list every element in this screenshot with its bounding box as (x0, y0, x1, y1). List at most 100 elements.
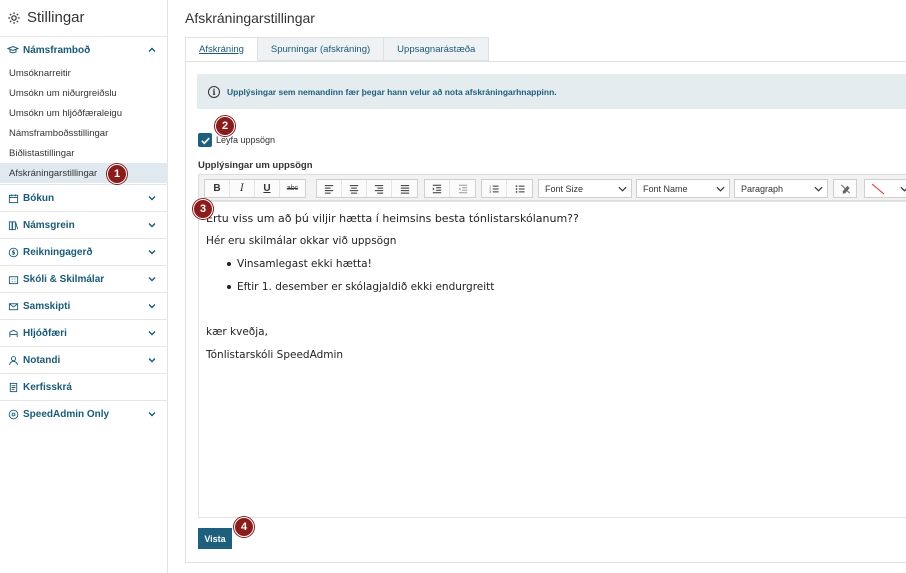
list-item: Eftir 1. desember er skólagjaldið ekki e… (227, 281, 494, 293)
callout-marker-2: 2 (215, 116, 235, 136)
dollar-circle-icon: $ (7, 246, 19, 258)
sidebar-group-kerfisskra[interactable]: Kerfisskrá (0, 373, 168, 400)
editor-line: Ertu viss um að þú viljir hætta í heimsi… (206, 212, 579, 225)
user-icon (7, 354, 19, 366)
sidebar-group-reikningagerd[interactable]: $ Reikningagerð (0, 238, 168, 265)
tab-bar: Afskráning Spurningar (afskráning) Uppsa… (185, 37, 490, 61)
align-left-icon[interactable] (317, 180, 342, 197)
underline-button[interactable]: U (255, 180, 280, 197)
chevron-down-icon (148, 277, 156, 282)
save-button[interactable]: Vista (198, 528, 232, 549)
editor-label: Upplýsingar um uppsögn (198, 160, 313, 171)
font-size-select[interactable]: Font Size (538, 179, 632, 198)
gear-icon (7, 11, 21, 25)
info-banner: i Upplýsingar sem nemandinn fær þegar ha… (197, 74, 906, 109)
sidebar-item-bidlistastillingar[interactable]: Biðlistastillingar (0, 143, 168, 163)
font-size-value: Font Size (545, 183, 584, 194)
graduation-cap-icon (7, 44, 19, 56)
sidebar-item-label: Námsframboðsstillingar (9, 127, 109, 139)
editor-toolbar: B I U abc 123 Font Size Font Name Paragr… (198, 174, 906, 201)
sidebar-group-namsframbod[interactable]: Námsframboð (0, 36, 168, 63)
chevron-down-icon (148, 223, 156, 228)
sidebar-group-label: Reikningagerð (23, 246, 93, 258)
indent-icon[interactable] (425, 180, 450, 197)
outdent-icon[interactable] (450, 180, 475, 197)
paragraph-format-value: Paragraph (741, 183, 784, 194)
sidebar-title-text: Stillingar (27, 9, 85, 26)
tab-uppsagnarastaeda[interactable]: Uppsagnarástæða (384, 37, 490, 61)
info-text: Upplýsingar sem nemandinn fær þegar hann… (227, 86, 557, 97)
sidebar-group-bokun[interactable]: Bókun (0, 184, 168, 211)
svg-text:$: $ (11, 249, 15, 256)
sidebar-item-label: Umsóknarreitir (9, 67, 71, 79)
clear-format-group (833, 179, 857, 198)
align-justify-icon[interactable] (392, 180, 417, 197)
chevron-down-icon (618, 186, 627, 192)
tab-afskraning[interactable]: Afskráning (185, 37, 258, 61)
sidebar-group-skoli-skilmalar[interactable]: Skóli & Skilmálar (0, 265, 168, 292)
font-name-select[interactable]: Font Name (636, 179, 730, 198)
indent-group (424, 179, 476, 198)
chevron-up-icon (148, 47, 156, 52)
font-name-value: Font Name (643, 183, 688, 194)
align-right-icon[interactable] (367, 180, 392, 197)
log-file-icon (7, 381, 19, 393)
align-group (316, 179, 418, 198)
chevron-down-icon (716, 186, 725, 192)
sidebar-item-label: Umsókn um niðurgreiðslu (9, 87, 117, 99)
allow-cancellation-checkbox[interactable] (198, 133, 212, 147)
sidebar-group-label: Skóli & Skilmálar (23, 273, 105, 285)
chevron-down-icon (148, 331, 156, 336)
sidebar-group-label: Hljóðfæri (23, 327, 67, 339)
bold-button[interactable]: B (205, 180, 230, 197)
sidebar-item-namsframbodsstillingar[interactable]: Námsframboðsstillingar (0, 123, 168, 143)
sidebar-group-label: Námsgrein (23, 219, 75, 231)
sidebar-group-label: Notandi (23, 354, 61, 366)
editor-line: kær kveðja, (206, 326, 268, 338)
sidebar-item-label: Biðlistastillingar (9, 147, 75, 159)
allow-cancellation-label[interactable]: Leyfa uppsögn (216, 135, 275, 145)
paragraph-format-select[interactable]: Paragraph (734, 179, 828, 198)
align-center-icon[interactable] (342, 180, 367, 197)
strikethrough-button[interactable]: abc (280, 180, 305, 197)
bullet-dot (227, 285, 231, 289)
sidebar-group-samskipti[interactable]: Samskipti (0, 292, 168, 319)
rich-text-editor[interactable]: Ertu viss um að þú viljir hætta í heimsi… (198, 201, 906, 518)
sidebar-item-afskraningarstillingar[interactable]: Afskráningarstillingar (0, 163, 168, 183)
no-color-icon (871, 183, 885, 194)
bullet-dot (227, 262, 231, 266)
sidebar-group-hljodfaeri[interactable]: Hljóðfæri (0, 319, 168, 346)
sidebar-group-speedadmin-only[interactable]: SpeedAdmin Only (0, 400, 168, 427)
sidebar-group-label: Bókun (23, 192, 55, 204)
sidebar-group-label: Samskipti (23, 300, 71, 312)
building-icon (7, 273, 19, 285)
sidebar-item-nidurgreidsla[interactable]: Umsókn um niðurgreiðslu (0, 83, 168, 103)
page-title: Afskráningarstillingar (185, 10, 315, 26)
text-style-group: B I U abc (204, 179, 306, 198)
bullet-list-icon[interactable] (507, 180, 532, 197)
callout-marker-1: 1 (107, 164, 127, 184)
sidebar-group-namsgrein[interactable]: Námsgrein (0, 211, 168, 238)
chevron-down-icon (814, 186, 823, 192)
envelope-icon (7, 300, 19, 312)
sidebar-group-label: Námsframboð (23, 44, 91, 56)
sidebar-title: Stillingar (7, 9, 85, 26)
sidebar-item-label: Umsókn um hljóðfæraleigu (9, 107, 122, 119)
chevron-down-icon (148, 196, 156, 201)
chevron-down-icon (148, 250, 156, 255)
sidebar-item-hljodfaeraleiga[interactable]: Umsókn um hljóðfæraleigu (0, 103, 168, 123)
sidebar-group-label: Kerfisskrá (23, 381, 72, 393)
italic-button[interactable]: I (230, 180, 255, 197)
numbered-list-icon[interactable]: 123 (482, 180, 507, 197)
list-item-text: Eftir 1. desember er skólagjaldið ekki e… (237, 281, 495, 293)
callout-marker-3: 3 (193, 199, 213, 219)
sidebar-item-umsoknarreitir[interactable]: Umsóknarreitir (0, 63, 168, 83)
text-color-select[interactable] (864, 179, 906, 198)
sidebar-item-label: Afskráningarstillingar (9, 167, 98, 179)
gear-circle-icon (7, 408, 19, 420)
calendar-icon (7, 192, 19, 204)
sidebar-group-notandi[interactable]: Notandi (0, 346, 168, 373)
clear-formatting-icon[interactable] (834, 180, 856, 197)
info-icon: i (208, 85, 220, 98)
tab-spurningar[interactable]: Spurningar (afskráning) (257, 37, 385, 61)
